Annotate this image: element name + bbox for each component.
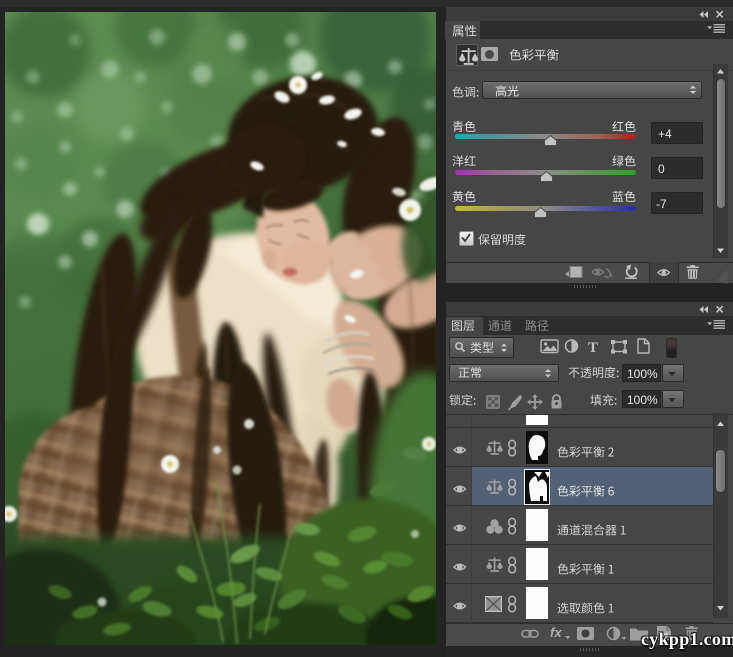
svg-text:fx: fx bbox=[550, 625, 562, 640]
svg-text:T: T bbox=[588, 340, 598, 356]
